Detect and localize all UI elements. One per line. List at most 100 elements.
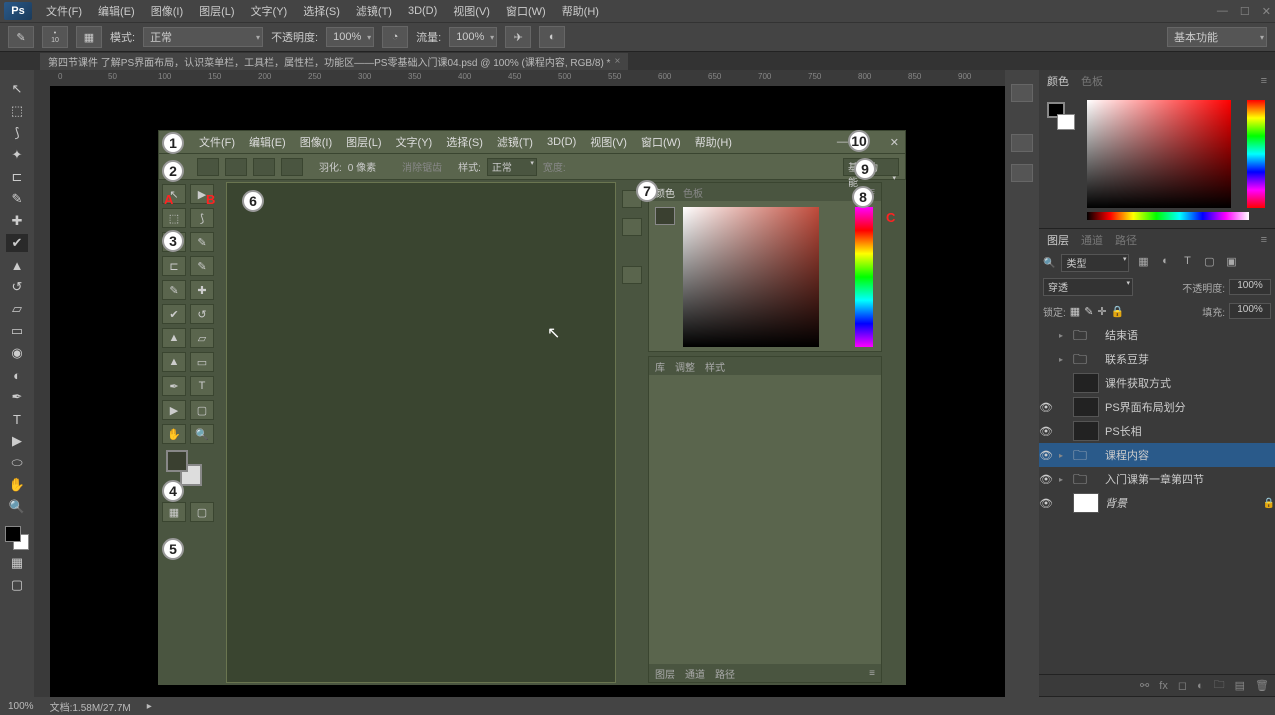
tut-tool[interactable]: ⬚ [162, 208, 186, 228]
dodge-tool[interactable]: ◐ [6, 366, 28, 384]
filter-adjust-icon[interactable]: ◐ [1157, 255, 1173, 271]
layer-row[interactable]: 👁▸🗀入门课第一章第四节 [1039, 467, 1275, 491]
lasso-tool[interactable]: ⟆ [6, 124, 28, 142]
lock-trans-icon[interactable]: ▦ [1070, 305, 1080, 318]
expand-icon[interactable]: ▸ [1059, 475, 1067, 484]
tut-swatch-tab[interactable]: 色板 [683, 185, 703, 200]
pen-tool[interactable]: ✒ [6, 388, 28, 406]
menu-select[interactable]: 选择(S) [295, 1, 348, 21]
bg-color-swatch[interactable] [1057, 114, 1075, 130]
filter-type-icon[interactable]: T [1179, 255, 1195, 271]
opacity-select[interactable]: 100% [326, 27, 374, 47]
blur-tool[interactable]: ◉ [6, 344, 28, 362]
panel-menu-icon[interactable]: ≡ [1261, 75, 1267, 87]
menu-type[interactable]: 文字(Y) [243, 1, 296, 21]
menu-image[interactable]: 图像(I) [143, 1, 191, 21]
menu-window[interactable]: 窗口(W) [498, 1, 554, 21]
tut-paths-tab[interactable]: 路径 [715, 666, 735, 681]
layer-row[interactable]: ▸🗀联系豆芽 [1039, 347, 1275, 371]
menu-layer[interactable]: 图层(L) [191, 1, 242, 21]
visibility-icon[interactable]: 👁 [1039, 497, 1053, 510]
tut-channels-tab[interactable]: 通道 [685, 666, 705, 681]
healing-tool[interactable]: ✚ [6, 212, 28, 230]
group-icon[interactable]: 🗀 [1214, 676, 1225, 695]
layer-opacity-value[interactable]: 100% [1229, 279, 1271, 295]
brush-tool[interactable]: ✔ [6, 234, 28, 252]
layer-row[interactable]: 👁▸🗀课程内容 [1039, 443, 1275, 467]
tut-tool[interactable]: ▲ [162, 328, 186, 348]
tut-tool[interactable]: ⊏ [162, 256, 186, 276]
layer-row[interactable]: 👁背景🔒 [1039, 491, 1275, 515]
tut-opt-sub[interactable] [253, 158, 275, 176]
layer-row[interactable]: 课件获取方式 [1039, 371, 1275, 395]
tut-lib-tab[interactable]: 库 [655, 359, 665, 374]
tut-color-tab[interactable]: 颜色 [655, 185, 675, 200]
tut-hue-slider[interactable] [855, 207, 873, 347]
tut-menu-type[interactable]: 文字(Y) [390, 134, 439, 150]
character-icon[interactable] [1011, 164, 1033, 182]
blend-mode-select[interactable]: 穿透 [1043, 278, 1133, 296]
fg-color[interactable] [5, 526, 21, 542]
tut-style-select[interactable]: 正常 [487, 158, 537, 176]
fill-value[interactable]: 100% [1229, 303, 1271, 319]
tut-tool[interactable]: ✒ [162, 376, 186, 396]
tut-tool[interactable]: ⟆ [190, 208, 214, 228]
tut-tool[interactable]: ↺ [190, 304, 214, 324]
type-tool[interactable]: T [6, 410, 28, 428]
tut-side-icon[interactable] [622, 218, 642, 236]
tut-tool[interactable]: 🔍 [190, 424, 214, 444]
workspace-select[interactable]: 基本功能 [1167, 27, 1267, 47]
stamp-tool[interactable]: ▲ [6, 256, 28, 274]
layer-row[interactable]: ▸🗀结束语 [1039, 323, 1275, 347]
adjustment-icon[interactable]: ◐ [1197, 680, 1204, 692]
tut-close-icon[interactable]: ✕ [890, 136, 899, 149]
doc-close-icon[interactable]: × [614, 56, 620, 67]
layer-kind-select[interactable]: 类型 [1061, 254, 1129, 272]
doc-size[interactable]: 文档:1.58M/27.7M [50, 699, 131, 714]
new-layer-icon[interactable]: ▤ [1235, 679, 1245, 692]
menu-edit[interactable]: 编辑(E) [90, 1, 143, 21]
minimize-icon[interactable]: — [1217, 5, 1228, 18]
tut-color-picker[interactable] [683, 207, 819, 347]
tut-menu-image[interactable]: 图像(I) [294, 134, 338, 150]
tut-tool[interactable]: ✎ [190, 256, 214, 276]
crop-tool[interactable]: ⊏ [6, 168, 28, 186]
tut-fg-swatch[interactable] [655, 207, 675, 225]
delete-icon[interactable]: 🗑 [1255, 679, 1269, 692]
color-tab[interactable]: 颜色 [1047, 73, 1069, 89]
tut-feather-value[interactable]: 0 像素 [348, 159, 376, 174]
expand-icon[interactable]: ▸ [1059, 355, 1067, 364]
tut-tool[interactable]: T [190, 376, 214, 396]
tut-tool[interactable]: ▭ [190, 352, 214, 372]
expand-icon[interactable]: ▸ [1059, 451, 1067, 460]
pressure-size-icon[interactable]: ◐ [539, 26, 565, 48]
menu-view[interactable]: 视图(V) [445, 1, 498, 21]
tut-tool[interactable]: ▱ [190, 328, 214, 348]
hand-tool[interactable]: ✋ [6, 476, 28, 494]
brush-size-icon[interactable]: •10 [42, 26, 68, 48]
tut-tool[interactable]: ✔ [162, 304, 186, 324]
tut-menu-layer[interactable]: 图层(L) [340, 134, 387, 150]
tut-menu-view[interactable]: 视图(V) [584, 134, 633, 150]
shape-tool[interactable]: ⬭ [6, 454, 28, 472]
quickmask-tool[interactable]: ▦ [6, 554, 28, 572]
filter-pixel-icon[interactable]: ▦ [1135, 255, 1151, 271]
filter-shape-icon[interactable]: ▢ [1201, 255, 1217, 271]
tut-tool[interactable]: ▲ [162, 352, 186, 372]
gradient-tool[interactable]: ▭ [6, 322, 28, 340]
marquee-tool[interactable]: ⬚ [6, 102, 28, 120]
zoom-value[interactable]: 100% [8, 701, 34, 712]
visibility-icon[interactable]: 👁 [1039, 473, 1053, 486]
visibility-icon[interactable]: 👁 [1039, 425, 1053, 438]
zoom-tool[interactable]: 🔍 [6, 498, 28, 516]
close-icon[interactable]: ✕ [1262, 5, 1271, 18]
tut-menu-filter[interactable]: 滤镜(T) [491, 134, 539, 150]
lock-pixel-icon[interactable]: ✎ [1084, 305, 1093, 318]
tut-tool[interactable]: ▦ [162, 502, 186, 522]
flow-select[interactable]: 100% [449, 27, 497, 47]
brush-panel-icon[interactable]: ▦ [76, 26, 102, 48]
expand-icon[interactable]: ▸ [1059, 331, 1067, 340]
airbrush-icon[interactable]: ✈ [505, 26, 531, 48]
mask-icon[interactable]: ◻ [1178, 679, 1187, 692]
maximize-icon[interactable]: ☐ [1240, 5, 1250, 18]
